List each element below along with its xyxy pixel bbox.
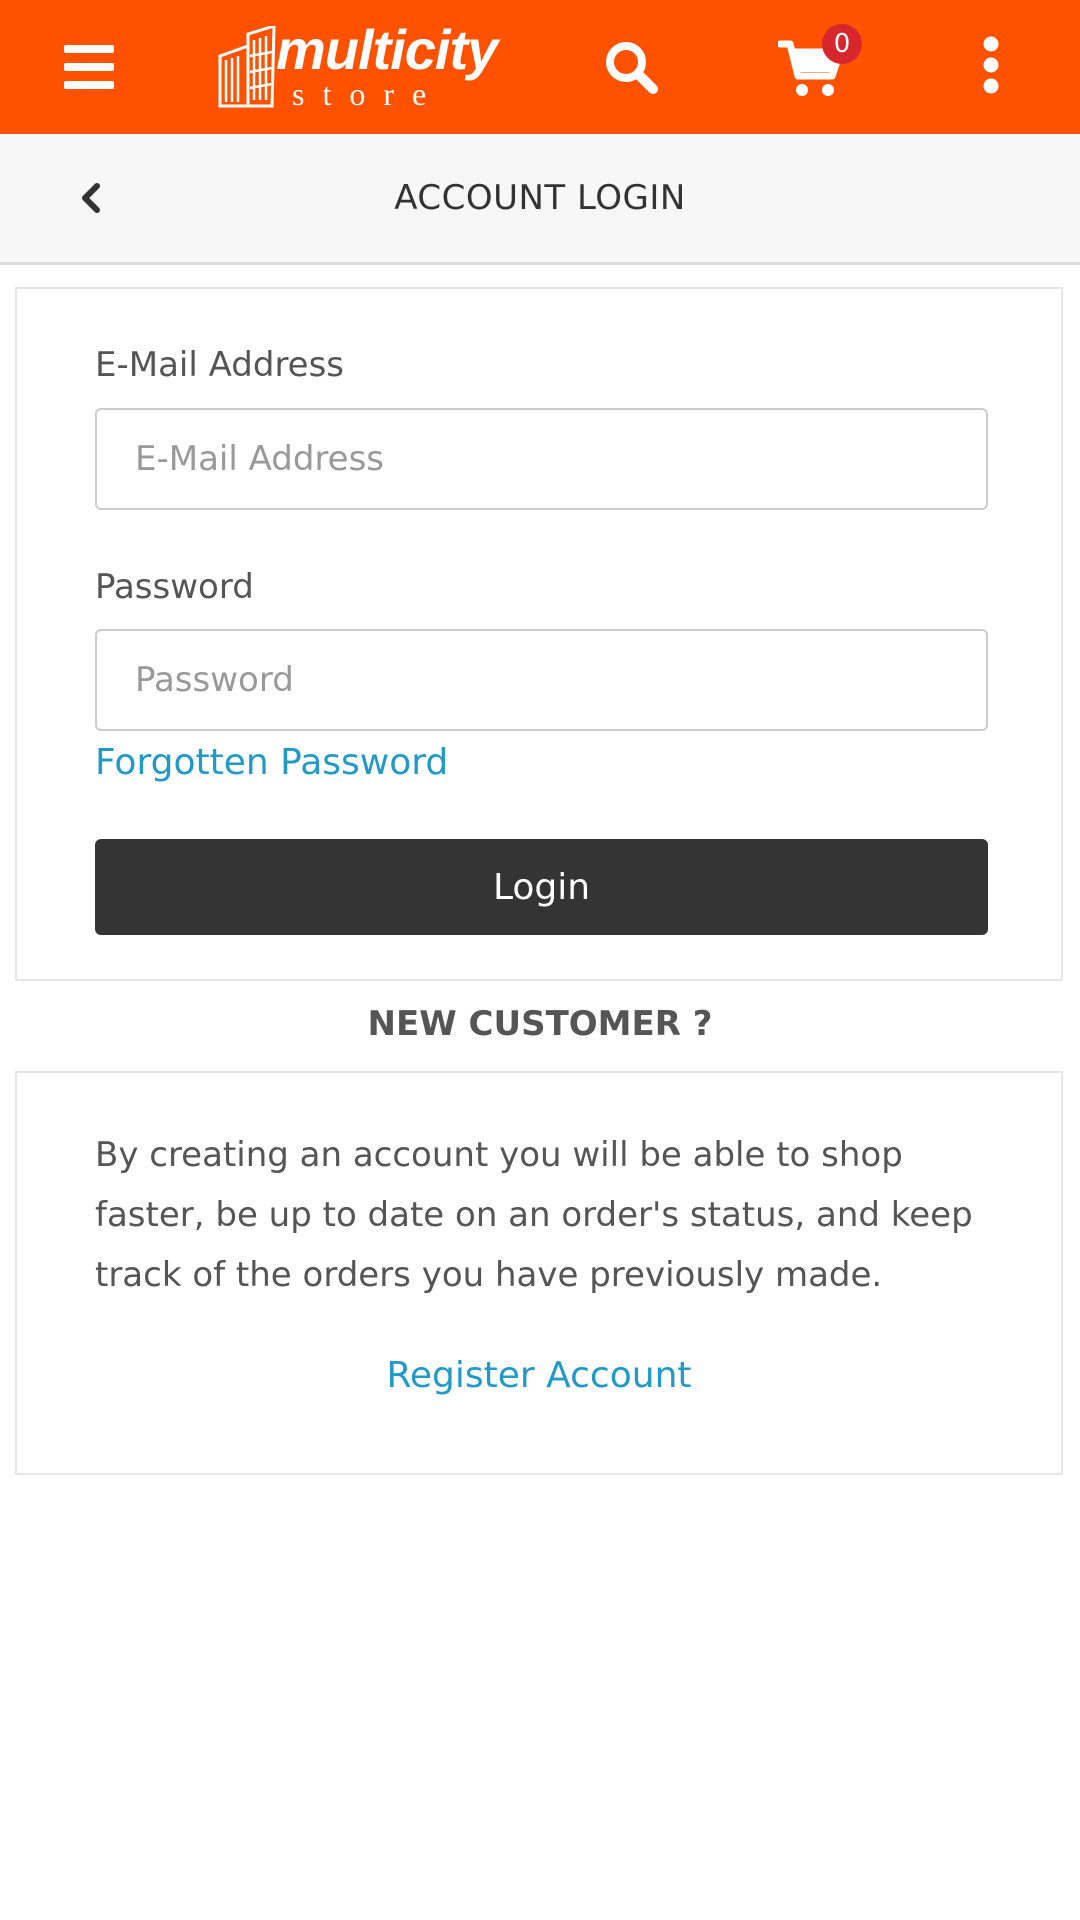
search-button[interactable] [594,30,668,104]
building-logo-icon [218,26,276,108]
more-options-button[interactable] [954,28,1028,102]
logo-subtext: store [292,76,445,112]
app-header: multicity store 0 [0,0,1080,134]
logo-wordmark: multicity [276,18,498,81]
cart-count-badge: 0 [822,24,862,64]
back-button[interactable] [66,170,116,226]
page-title: ACCOUNT LOGIN [394,178,686,218]
email-label: E-Mail Address [95,345,345,385]
email-input[interactable] [95,408,988,510]
menu-icon [64,45,114,89]
new-customer-heading: NEW CUSTOMER ? [367,1004,713,1044]
password-input[interactable] [95,629,988,731]
page-header: ACCOUNT LOGIN [0,134,1080,265]
cart-button[interactable]: 0 [770,24,870,104]
chevron-left-icon [82,183,100,213]
store-logo[interactable]: multicity store [214,22,498,114]
password-label: Password [95,567,254,607]
register-description: By creating an account you will be able … [95,1135,973,1295]
login-button[interactable]: Login [95,839,988,935]
register-card: By creating an account you will be able … [15,1071,1063,1475]
register-account-link[interactable]: Register Account [17,1355,1061,1396]
menu-button[interactable] [52,30,126,104]
forgotten-password-link[interactable]: Forgotten Password [95,742,448,783]
login-form-card: E-Mail Address Password Forgotten Passwo… [15,287,1063,981]
more-vertical-icon [983,36,999,94]
search-icon [606,42,658,94]
